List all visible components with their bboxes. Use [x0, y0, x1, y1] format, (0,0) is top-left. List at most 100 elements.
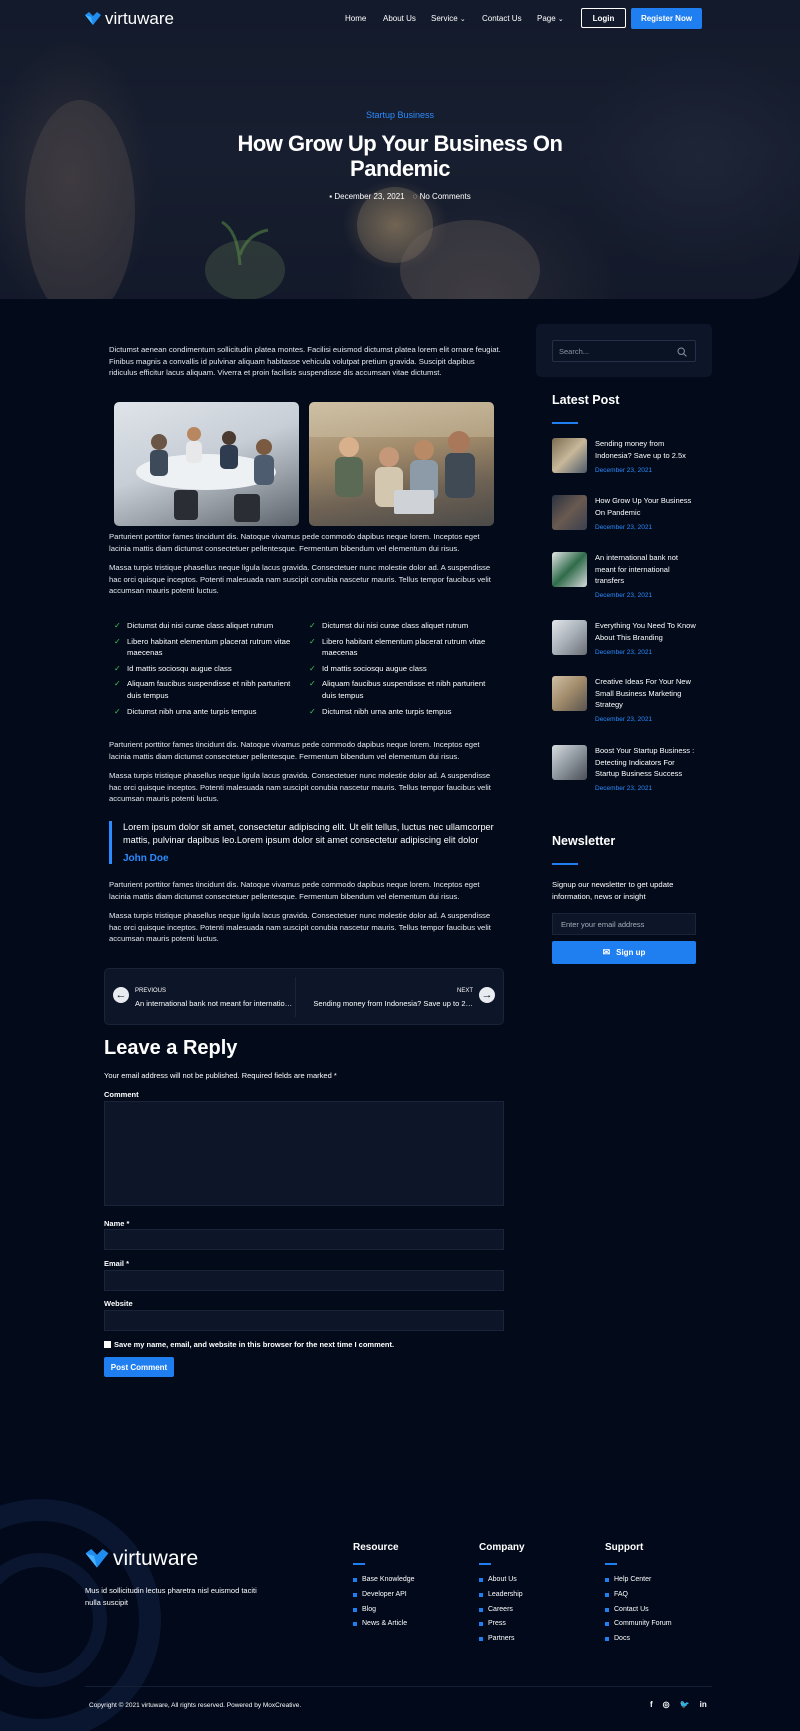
latest-post-item[interactable]: How Grow Up Your Business On Pandemic De…: [552, 495, 702, 545]
footer-link-text: Partners: [488, 1635, 515, 1642]
footer-link[interactable]: Base Knowledge: [353, 1576, 415, 1583]
latest-post-heading: Latest Post: [552, 393, 620, 407]
footer-link-text: Community Forum: [614, 1620, 672, 1627]
search-input[interactable]: Search...: [552, 340, 696, 362]
latest-post-title[interactable]: An international bank not meant for inte…: [595, 552, 700, 587]
post-date[interactable]: ▪ December 23, 2021: [329, 192, 404, 201]
arrow-right-icon[interactable]: →: [479, 987, 495, 1003]
nav-home[interactable]: Home: [345, 14, 366, 23]
latest-post-title[interactable]: Everything You Need To Know About This B…: [595, 620, 700, 643]
newsletter-button-label: Sign up: [616, 948, 646, 957]
post-category[interactable]: Startup Business: [0, 110, 800, 120]
post-thumbnail[interactable]: [552, 438, 587, 473]
post-comments[interactable]: ◌ No Comments: [413, 192, 471, 201]
newsletter-signup-button[interactable]: ✉ Sign up: [552, 941, 696, 964]
latest-post-date: December 23, 2021: [595, 467, 653, 474]
latest-post-item[interactable]: Boost Your Startup Business : Detecting …: [552, 745, 702, 795]
footer-link[interactable]: Partners: [479, 1635, 514, 1642]
blockquote: Lorem ipsum dolor sit amet, consectetur …: [109, 821, 501, 864]
arrow-left-icon[interactable]: ←: [113, 987, 129, 1003]
checklist-item: ✓ Dictumst nibh urna ante turpis tempus: [309, 706, 496, 718]
footer-heading: Support: [605, 1542, 644, 1553]
bullet-icon: [353, 1592, 357, 1597]
footer-logo[interactable]: virtuware: [85, 1547, 198, 1571]
search-icon[interactable]: [677, 347, 687, 357]
email-input[interactable]: [104, 1270, 504, 1291]
bullet-icon: [353, 1577, 357, 1582]
article-intro: Dictumst aenean condimentum sollicitudin…: [109, 345, 501, 378]
footer-link[interactable]: Community Forum: [605, 1620, 672, 1627]
footer-link[interactable]: Leadership: [479, 1591, 523, 1598]
footer-link[interactable]: Developer API: [353, 1591, 407, 1598]
comment-textarea[interactable]: [104, 1101, 504, 1206]
nav-contact-us[interactable]: Contact Us: [482, 14, 522, 23]
post-title: How Grow Up Your Business On Pandemic: [237, 131, 563, 181]
copyright: Copyright © 2021 virtuware, All rights r…: [89, 1702, 302, 1709]
post-thumbnail[interactable]: [552, 495, 587, 530]
latest-post-date: December 23, 2021: [595, 592, 653, 599]
footer-link-text: Blog: [362, 1606, 377, 1613]
article-paragraph: Parturient porttitor fames tincidunt dis…: [109, 880, 480, 901]
check-icon: ✓: [114, 679, 121, 689]
post-thumbnail[interactable]: [552, 620, 587, 655]
check-icon: ✓: [114, 663, 121, 673]
instagram-icon[interactable]: ◎: [663, 1700, 670, 1709]
post-thumbnail[interactable]: [552, 745, 587, 780]
footer-link[interactable]: Careers: [479, 1606, 513, 1613]
twitter-icon[interactable]: 🐦: [680, 1700, 690, 1709]
header-logo[interactable]: virtuware: [85, 9, 174, 29]
latest-post-title[interactable]: Creative Ideas For Your New Small Busine…: [595, 676, 700, 711]
latest-post-title[interactable]: Sending money from Indonesia? Save up to…: [595, 438, 700, 461]
checklist-right: ✓ Dictumst dui nisi curae class aliquet r…: [309, 620, 496, 721]
footer-link-text: Careers: [488, 1606, 513, 1613]
latest-post-title[interactable]: How Grow Up Your Business On Pandemic: [595, 495, 700, 518]
next-post-link[interactable]: Sending money from Indonesia? Save up to…: [303, 999, 473, 1008]
checklist-item: ✓ Dictumst nibh urna ante turpis tempus: [114, 706, 301, 718]
latest-post-item[interactable]: Sending money from Indonesia? Save up to…: [552, 438, 702, 488]
footer-link[interactable]: About Us: [479, 1576, 517, 1583]
footer-link[interactable]: Blog: [353, 1606, 376, 1613]
latest-post-title[interactable]: Boost Your Startup Business : Detecting …: [595, 745, 700, 780]
prev-post-link[interactable]: An international bank not meant for inte…: [135, 999, 303, 1008]
checklist-text: Aliquam faucibus suspendisse et nibh par…: [322, 679, 486, 700]
newsletter-heading: Newsletter: [552, 834, 616, 848]
quote-author: John Doe: [123, 853, 169, 864]
footer-link[interactable]: Contact Us: [605, 1606, 649, 1613]
post-thumbnail[interactable]: [552, 552, 587, 587]
post-meta: ▪ December 23, 2021 ◌ No Comments: [0, 192, 800, 201]
name-input[interactable]: [104, 1229, 504, 1250]
footer-link[interactable]: Docs: [605, 1635, 630, 1642]
comment-label: Comment: [104, 1090, 139, 1099]
footer-link-text: Base Knowledge: [362, 1576, 415, 1583]
checklist-item: ✓ Libero habitant elementum placerat rutr…: [309, 636, 496, 659]
website-input[interactable]: [104, 1310, 504, 1331]
website-label: Website: [104, 1299, 133, 1308]
logo-icon: [85, 12, 101, 25]
nav-page[interactable]: Page ⌄: [537, 14, 564, 23]
article-photo-team: [309, 402, 494, 526]
register-button[interactable]: Register Now: [631, 8, 702, 29]
article-paragraph: Massa turpis tristique phasellus neque l…: [109, 771, 491, 804]
footer-link[interactable]: Press: [479, 1620, 506, 1627]
save-info-checkbox[interactable]: [104, 1341, 111, 1348]
footer-link[interactable]: Help Center: [605, 1576, 651, 1583]
linkedin-icon[interactable]: in: [700, 1700, 707, 1709]
login-button[interactable]: Login: [581, 8, 626, 28]
footer-link-text: Help Center: [614, 1576, 652, 1583]
footer-link[interactable]: FAQ: [605, 1591, 628, 1598]
latest-post-item[interactable]: An international bank not meant for inte…: [552, 552, 702, 602]
checklist-text: Aliquam faucibus suspendisse et nibh par…: [127, 679, 291, 700]
latest-post-item[interactable]: Everything You Need To Know About This B…: [552, 620, 702, 670]
newsletter-email-input[interactable]: Enter your email address: [552, 913, 696, 935]
post-comment-button[interactable]: Post Comment: [104, 1357, 174, 1377]
checklist-item: ✓ Aliquam faucibus suspendisse et nibh pa…: [309, 678, 496, 701]
social-links: f ◎ 🐦 in: [650, 1700, 707, 1709]
post-thumbnail[interactable]: [552, 676, 587, 711]
latest-post-item[interactable]: Creative Ideas For Your New Small Busine…: [552, 676, 702, 726]
footer-link[interactable]: News & Article: [353, 1620, 407, 1627]
facebook-icon[interactable]: f: [650, 1700, 653, 1709]
nav-about-us[interactable]: About Us: [383, 14, 416, 23]
newsletter-text: Signup our newsletter to get update info…: [552, 880, 674, 901]
nav-service[interactable]: Service ⌄: [431, 14, 466, 23]
checklist-text: Id mattis sociosqu augue class: [322, 663, 427, 673]
